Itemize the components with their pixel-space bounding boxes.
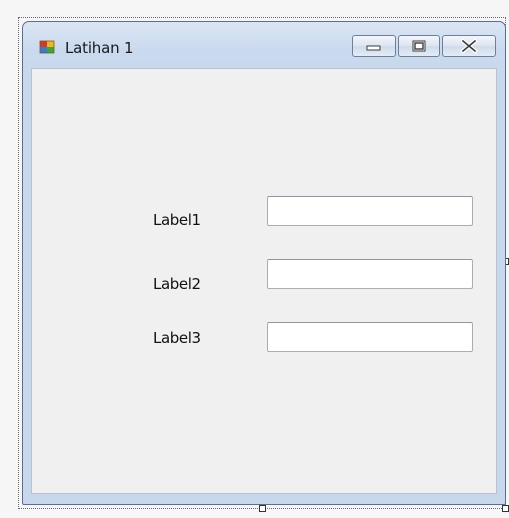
minimize-icon — [353, 43, 395, 60]
textbox-1[interactable] — [267, 196, 473, 226]
label-2: Label2 — [153, 275, 201, 293]
label-3: Label3 — [153, 329, 201, 347]
window-title: Latihan 1 — [65, 39, 134, 57]
maximize-button[interactable] — [398, 35, 440, 57]
form-client-area: Label1 Label2 Label3 — [31, 68, 497, 494]
label-1: Label1 — [153, 211, 201, 229]
title-bar[interactable]: Latihan 1 — [23, 22, 505, 68]
close-button[interactable] — [442, 35, 496, 57]
form-app-icon — [39, 39, 55, 55]
textbox-2[interactable] — [267, 259, 473, 289]
textbox-3[interactable] — [267, 322, 473, 352]
resize-handle-bottom-right[interactable] — [502, 505, 509, 512]
close-icon — [443, 38, 495, 60]
form-window[interactable]: Latihan 1 Label1 Label2 Label3 — [22, 21, 506, 505]
resize-handle-bottom[interactable] — [259, 505, 266, 512]
minimize-button[interactable] — [352, 35, 396, 57]
maximize-icon — [399, 40, 439, 60]
designer-surface: Latihan 1 Label1 Label2 Label3 — [0, 0, 509, 518]
